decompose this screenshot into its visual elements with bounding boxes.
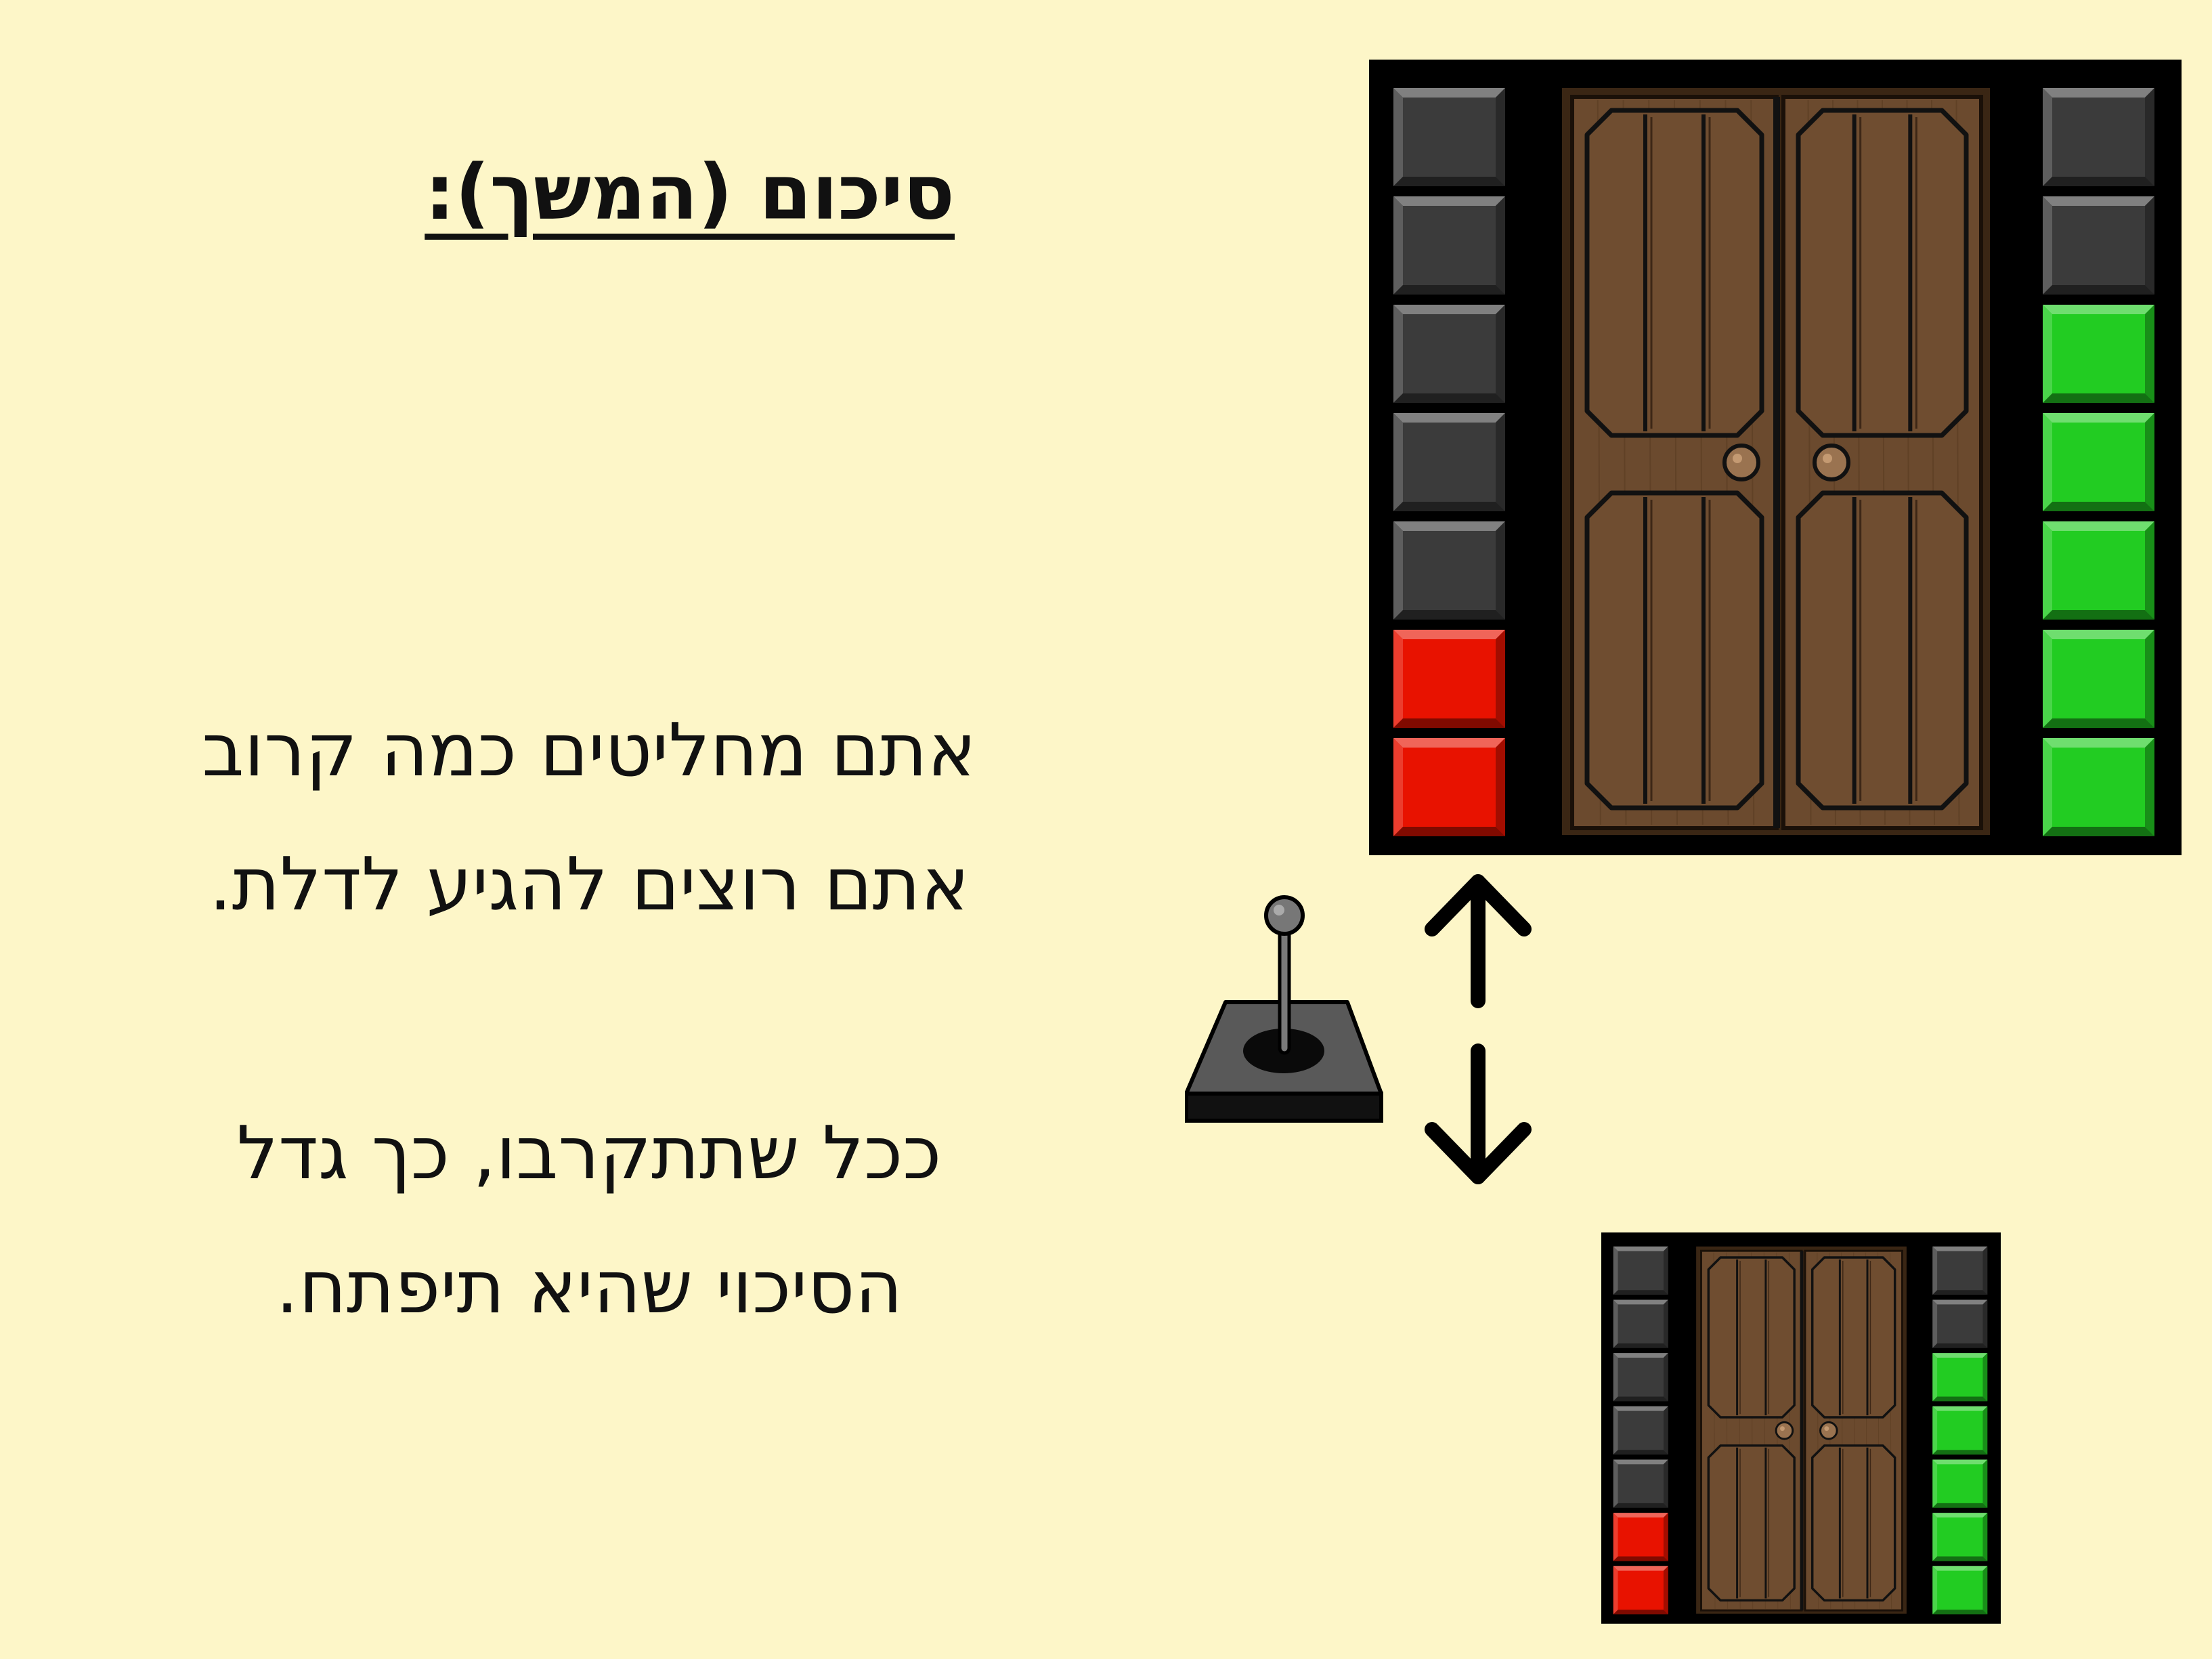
indicator-light-left	[1392, 520, 1506, 621]
door-leaves	[1562, 88, 1990, 835]
indicator-light-left	[1612, 1406, 1669, 1455]
paragraph-line: ככל שתתקרבו, כך גדל	[236, 1111, 942, 1196]
indicator-light-right	[1932, 1459, 1989, 1509]
joystick-icon	[1185, 895, 1383, 1123]
indicator-light-left	[1612, 1352, 1669, 1402]
indicator-light-right	[1932, 1352, 1989, 1402]
indicator-light-right	[1932, 1566, 1989, 1615]
indicator-light-left	[1612, 1512, 1669, 1562]
paragraph-distance-choice: אתם מחליטים כמה קרוב אתם רוצים להגיע לדל…	[81, 684, 1097, 952]
indicator-light-right	[2041, 87, 2156, 188]
indicator-light-left	[1392, 628, 1506, 729]
paragraph-closer-higher-chance: ככל שתתקרבו, כך גדל הסיכוי שהיא תיפתח.	[81, 1087, 1097, 1355]
indicator-light-right	[2041, 303, 2156, 404]
indicator-light-right	[2041, 628, 2156, 729]
door-leaves	[1696, 1246, 1907, 1614]
arrow-down-icon	[1425, 1043, 1532, 1184]
near-door-icon	[1369, 60, 2182, 855]
indicator-light-right	[1932, 1512, 1989, 1562]
indicator-light-left	[1612, 1566, 1669, 1615]
indicator-light-right	[2041, 412, 2156, 513]
indicator-light-right	[1932, 1406, 1989, 1455]
indicator-light-right	[2041, 520, 2156, 621]
indicator-light-left	[1392, 87, 1506, 188]
indicator-light-left	[1392, 412, 1506, 513]
indicator-light-left	[1612, 1246, 1669, 1295]
indicator-light-left	[1392, 303, 1506, 404]
indicator-light-left	[1392, 195, 1506, 296]
paragraph-line: הסיכוי שהיא תיפתח.	[275, 1245, 903, 1330]
indicator-light-left	[1392, 737, 1506, 838]
slide-title: סיכום (המשך):	[425, 149, 955, 237]
indicator-light-right	[2041, 195, 2156, 296]
indicator-light-right	[1932, 1246, 1989, 1295]
paragraph-line: אתם רוצים להגיע לדלת.	[209, 842, 970, 927]
indicator-light-left	[1612, 1459, 1669, 1509]
far-door-icon	[1601, 1232, 2001, 1624]
indicator-light-left	[1612, 1299, 1669, 1349]
arrow-up-icon	[1425, 874, 1532, 1008]
paragraph-line: אתם מחליטים כמה קרוב	[202, 708, 976, 793]
indicator-light-right	[1932, 1299, 1989, 1349]
indicator-light-right	[2041, 737, 2156, 838]
